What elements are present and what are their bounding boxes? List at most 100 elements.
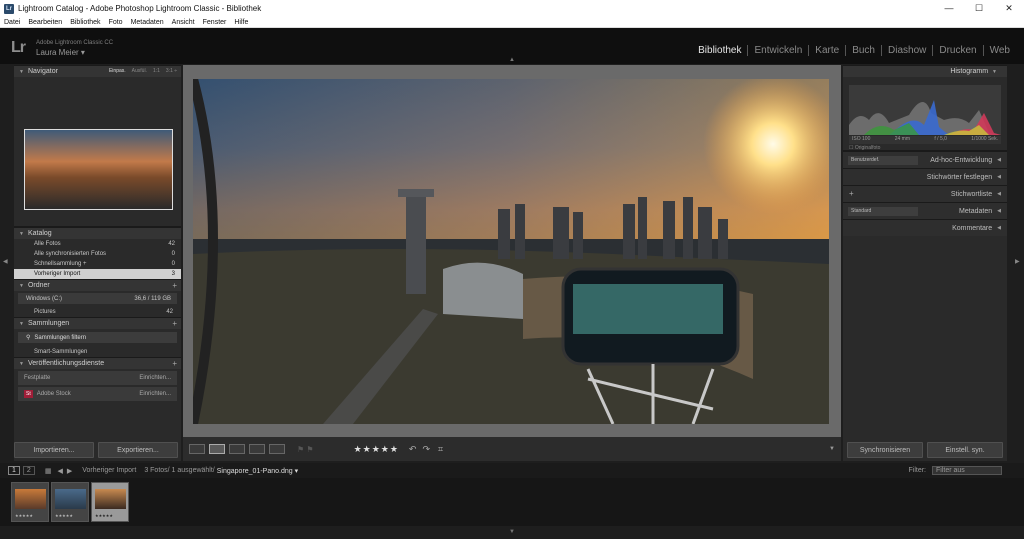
collapse-triangle-icon: ▼: [19, 320, 24, 327]
rotate-left-icon[interactable]: ↶: [409, 444, 417, 455]
catalog-row-previous-import[interactable]: Vorheriger Import 3: [14, 269, 181, 279]
module-diashow[interactable]: Diashow: [881, 45, 932, 56]
filmstrip-source[interactable]: Vorheriger Import: [82, 467, 136, 474]
catalog-row-synced[interactable]: Alle synchronisierten Fotos 0: [14, 249, 181, 259]
minimize-button[interactable]: —: [934, 0, 964, 17]
menu-metadaten[interactable]: Metadaten: [131, 19, 164, 26]
metadata-header[interactable]: Standard Metadaten ◀: [843, 202, 1007, 219]
grid-icon[interactable]: ▦: [45, 467, 52, 475]
filmstrip-thumbnail[interactable]: ★★★★★: [51, 482, 89, 522]
add-keyword-icon[interactable]: +: [849, 189, 854, 198]
module-buch[interactable]: Buch: [845, 45, 881, 56]
zoom-fit[interactable]: Einpas.: [109, 68, 126, 74]
survey-view-icon[interactable]: [249, 444, 265, 454]
right-panel-buttons: Synchronisieren Einstell. syn.: [843, 442, 1007, 458]
add-folder-icon[interactable]: +: [172, 281, 177, 290]
rotate-right-icon[interactable]: ↷: [422, 444, 430, 455]
comments-header[interactable]: Kommentare ◀: [843, 219, 1007, 236]
back-arrow-icon[interactable]: ◀: [57, 467, 62, 475]
preset-dropdown[interactable]: Benutzerdef.: [848, 156, 918, 165]
flag-icon[interactable]: ⚑ ⚑: [297, 445, 314, 454]
people-view-icon[interactable]: [269, 444, 285, 454]
navigator-preview[interactable]: [14, 77, 181, 227]
export-button[interactable]: Exportieren...: [98, 442, 178, 458]
module-bibliothek[interactable]: Bibliothek: [692, 45, 747, 56]
catalog-header[interactable]: ▼ Katalog: [14, 227, 181, 239]
toolbar-menu-icon[interactable]: ▼: [829, 446, 835, 452]
maximize-button[interactable]: ☐: [964, 0, 994, 17]
menu-ansicht[interactable]: Ansicht: [172, 19, 195, 26]
filmstrip-thumbnail[interactable]: ★★★★★: [11, 482, 49, 522]
user-name[interactable]: Laura Meier ▾: [36, 48, 85, 57]
histogram-curve: [849, 100, 1001, 135]
metadata-preset-dropdown[interactable]: Standard: [848, 207, 918, 216]
publish-row-harddrive[interactable]: Festplatte Einrichten...: [18, 371, 177, 385]
quick-develop-header[interactable]: Benutzerdef. Ad-hoc-Entwicklung ◀: [843, 151, 1007, 168]
add-collection-icon[interactable]: +: [172, 319, 177, 328]
catalog-row-all-photos[interactable]: Alle Fotos 42: [14, 239, 181, 249]
navigator-thumbnail[interactable]: [24, 129, 173, 210]
top-panel-toggle-icon[interactable]: ▲: [509, 57, 515, 63]
folders-header[interactable]: ▼ Ordner +: [14, 279, 181, 291]
loupe-view-icon[interactable]: [209, 444, 225, 454]
import-button[interactable]: Importieren...: [14, 442, 94, 458]
keywording-header[interactable]: Stichwörter festlegen ◀: [843, 168, 1007, 185]
page-2-button[interactable]: 2: [22, 466, 35, 475]
module-entwickeln[interactable]: Entwickeln: [747, 45, 808, 56]
compare-view-icon[interactable]: [229, 444, 245, 454]
smart-collections-row[interactable]: Smart-Sammlungen: [14, 346, 181, 357]
collapse-triangle-icon: ▼: [19, 360, 24, 367]
zoom-3-1[interactable]: 3:1 ÷: [166, 68, 177, 74]
navigator-header[interactable]: ▼ Navigator Einpas. Ausfül. 1:1 3:1 ÷: [14, 65, 181, 77]
menu-foto[interactable]: Foto: [109, 19, 123, 26]
folder-row-pictures[interactable]: Pictures 42: [14, 306, 181, 317]
menu-bibliothek[interactable]: Bibliothek: [70, 19, 100, 26]
zoom-fill[interactable]: Ausfül.: [132, 68, 147, 74]
setup-button[interactable]: Einrichten...: [139, 391, 171, 397]
filmstrip-thumbnail-selected[interactable]: ★★★★★: [91, 482, 129, 522]
collections-header[interactable]: ▼ Sammlungen +: [14, 317, 181, 329]
menu-datei[interactable]: Datei: [4, 19, 20, 26]
sync-settings-button[interactable]: Einstell. syn.: [927, 442, 1003, 458]
collapse-triangle-icon: ◀: [997, 191, 1001, 197]
collapse-triangle-icon: ▼: [19, 282, 24, 289]
add-publish-service-icon[interactable]: +: [172, 359, 177, 368]
forward-arrow-icon[interactable]: ▶: [67, 467, 72, 475]
rating-stars[interactable]: ★★★★★: [354, 444, 399, 455]
bottom-panel-toggle-icon[interactable]: ▼: [509, 529, 515, 535]
collapse-triangle-icon: ◀: [997, 208, 1001, 214]
loupe-view: [183, 65, 841, 437]
right-panel-toggle-icon[interactable]: ▶: [1015, 258, 1020, 265]
menu-bearbeiten[interactable]: Bearbeiten: [28, 19, 62, 26]
crop-icon[interactable]: ⌗: [438, 444, 443, 455]
filmstrip-filename[interactable]: Singapore_01-Pano.dng ▾: [217, 467, 298, 475]
page-1-button[interactable]: 1: [8, 466, 20, 475]
main-photo[interactable]: [193, 79, 829, 424]
menu-fenster[interactable]: Fenster: [203, 19, 227, 26]
navigator-zoom-options: Einpas. Ausfül. 1:1 3:1 ÷: [109, 68, 177, 74]
publish-row-adobe-stock[interactable]: St Adobe Stock Einrichten...: [18, 387, 177, 401]
left-panel-toggle-icon[interactable]: ◀: [3, 258, 8, 265]
publish-services-header[interactable]: ▼ Veröffentlichungsdienste +: [14, 357, 181, 369]
setup-button[interactable]: Einrichten...: [139, 375, 171, 381]
lr-logo: Lr: [11, 39, 26, 56]
collections-filter-field[interactable]: ⚲ Sammlungen filtern: [18, 332, 177, 343]
histogram-header[interactable]: Histogramm ▼: [843, 65, 1007, 77]
keyword-list-header[interactable]: + Stichwortliste ◀: [843, 185, 1007, 202]
catalog-row-quick-collection[interactable]: Schnellsammlung +0: [14, 259, 181, 269]
zoom-1-1[interactable]: 1:1: [153, 68, 160, 74]
module-drucken[interactable]: Drucken: [932, 45, 982, 56]
filter-dropdown[interactable]: Filter aus: [932, 466, 1002, 475]
volume-row[interactable]: Windows (C:) 36,6 / 119 GB: [18, 293, 177, 304]
sync-metadata-button[interactable]: Synchronisieren: [847, 442, 923, 458]
identity-plate: ▲ Lr Adobe Lightroom Classic CC Laura Me…: [0, 28, 1024, 64]
module-web[interactable]: Web: [982, 45, 1016, 56]
histogram-graph[interactable]: [849, 85, 1001, 135]
window-title: Lightroom Catalog - Adobe Photoshop Ligh…: [18, 4, 262, 13]
menu-hilfe[interactable]: Hilfe: [234, 19, 248, 26]
app-name: Adobe Lightroom Classic CC: [36, 40, 114, 46]
grid-view-icon[interactable]: [189, 444, 205, 454]
module-karte[interactable]: Karte: [808, 45, 845, 56]
close-button[interactable]: ✕: [994, 0, 1024, 17]
adobe-stock-icon: St: [24, 390, 33, 398]
